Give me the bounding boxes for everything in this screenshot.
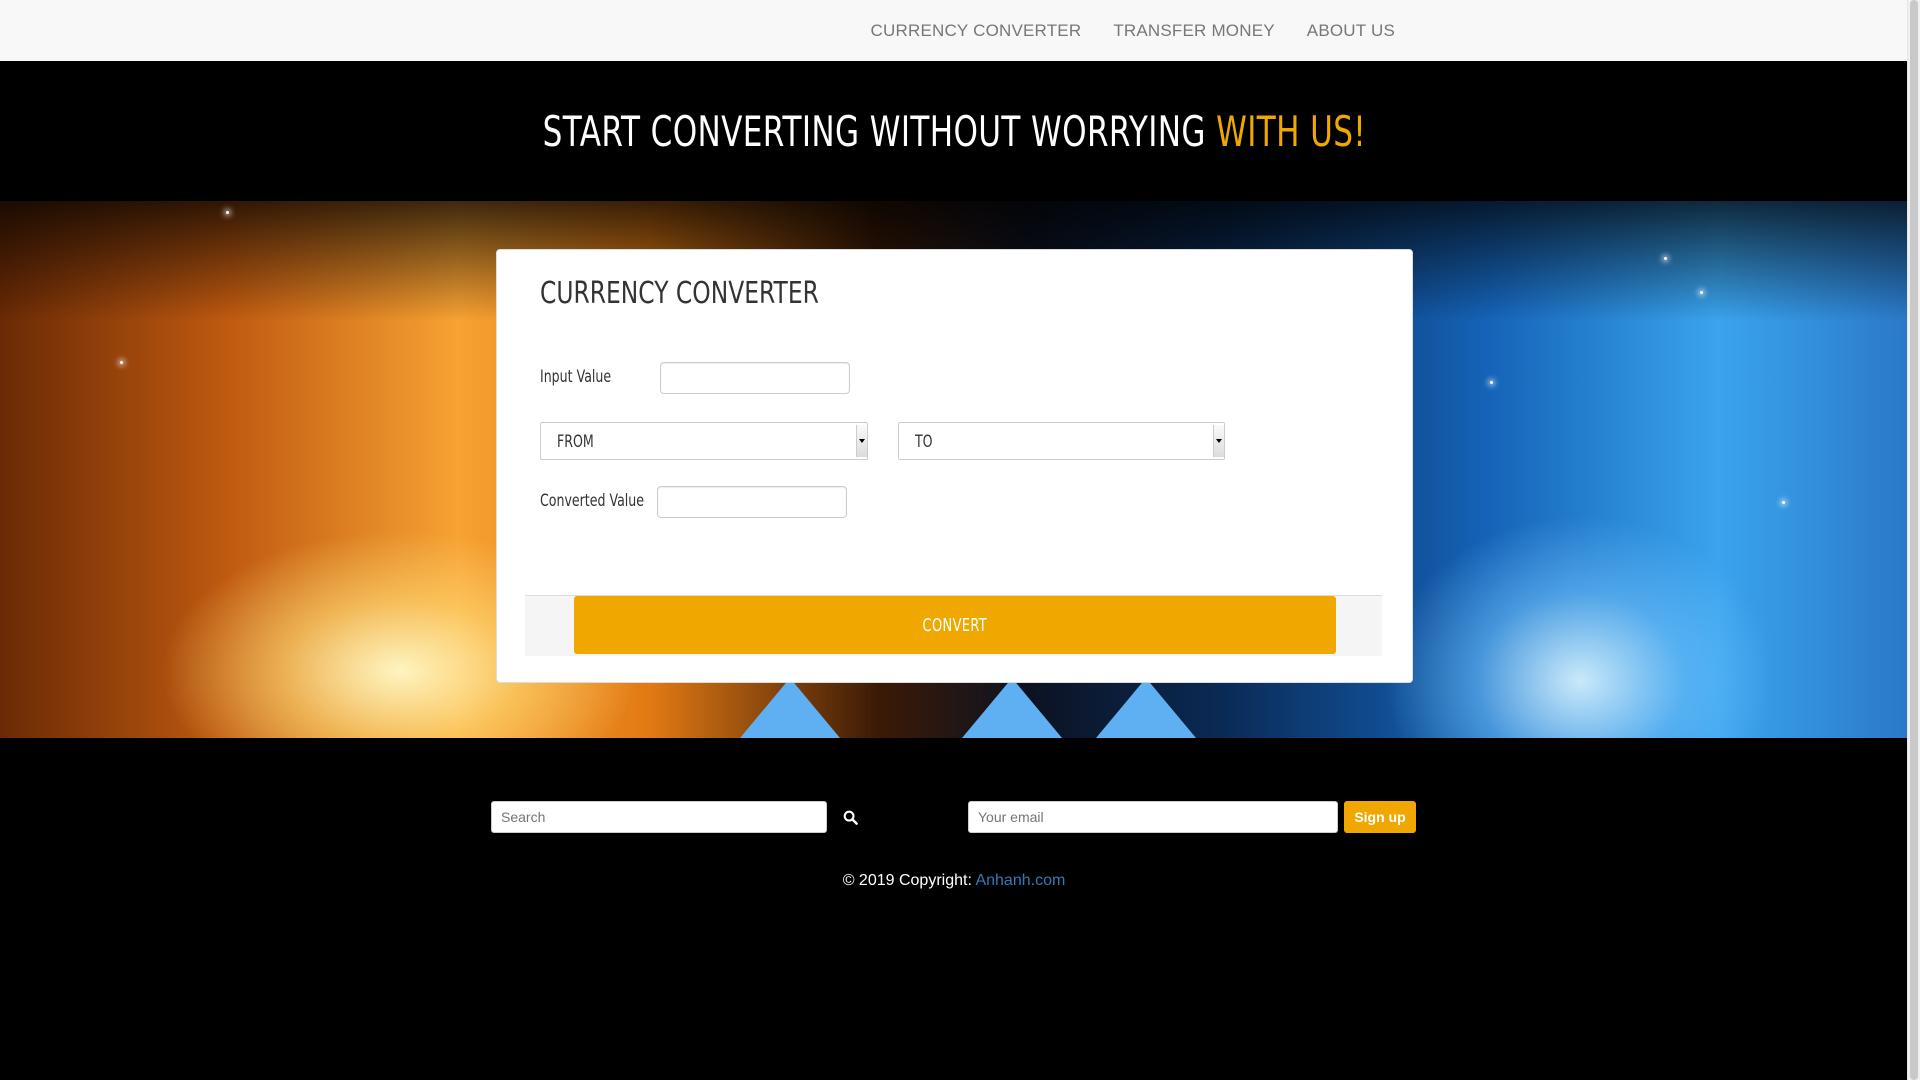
email-field[interactable] [968, 801, 1338, 833]
nav-item-about-us[interactable]: ABOUT US [1291, 0, 1411, 61]
search-button[interactable] [838, 801, 862, 833]
banner-shard [740, 678, 840, 738]
from-currency-select[interactable]: FROM [540, 422, 868, 460]
chevron-down-icon [856, 425, 867, 457]
convert-button-label: CONVERT [922, 614, 988, 636]
hero-title: START CONVERTING WITHOUT WORRYING WITH U… [542, 107, 1365, 156]
copyright-link[interactable]: Anhanh.com [975, 872, 1065, 889]
input-value-label: Input Value [540, 367, 612, 387]
search-input[interactable] [491, 801, 827, 833]
from-select-value: FROM [557, 432, 594, 452]
convert-button[interactable]: CONVERT [574, 596, 1336, 654]
hero-title-main: START CONVERTING WITHOUT WORRYING [542, 106, 1216, 156]
hero-title-accent: WITH US! [1215, 106, 1366, 156]
to-select-value: TO [915, 432, 933, 452]
hero-section: START CONVERTING WITHOUT WORRYING WITH U… [0, 61, 1908, 201]
converted-value-label: Converted Value [540, 491, 645, 511]
banner-shard [962, 678, 1062, 738]
converted-value-field[interactable] [657, 486, 847, 518]
star-sparkle [1664, 257, 1667, 260]
to-currency-select[interactable]: TO [898, 422, 1225, 460]
search-icon [843, 810, 858, 825]
converter-card: CURRENCY CONVERTER Input Value FROM TO C… [496, 249, 1413, 683]
star-sparkle [120, 361, 123, 364]
star-sparkle [226, 211, 229, 214]
input-value-field[interactable] [660, 362, 850, 394]
copyright-text: © 2019 Copyright: [842, 872, 976, 889]
converter-title: CURRENCY CONVERTER [540, 276, 819, 311]
star-sparkle [1782, 501, 1785, 504]
chevron-down-icon [1213, 425, 1224, 457]
nav-item-currency-converter[interactable]: CURRENCY CONVERTER [855, 0, 1098, 61]
top-navbar: CURRENCY CONVERTER TRANSFER MONEY ABOUT … [0, 0, 1908, 62]
page-scrollbar[interactable] [1907, 0, 1920, 1080]
scrollbar-thumb[interactable] [1910, 0, 1918, 1080]
signup-button[interactable]: Sign up [1344, 801, 1416, 833]
star-sparkle [1490, 381, 1493, 384]
nav-menu: CURRENCY CONVERTER TRANSFER MONEY ABOUT … [855, 0, 1411, 61]
banner-shard [1096, 678, 1196, 738]
star-sparkle [1700, 291, 1703, 294]
copyright: © 2019 Copyright: Anhanh.com [0, 872, 1908, 890]
nav-item-transfer-money[interactable]: TRANSFER MONEY [1097, 0, 1290, 61]
